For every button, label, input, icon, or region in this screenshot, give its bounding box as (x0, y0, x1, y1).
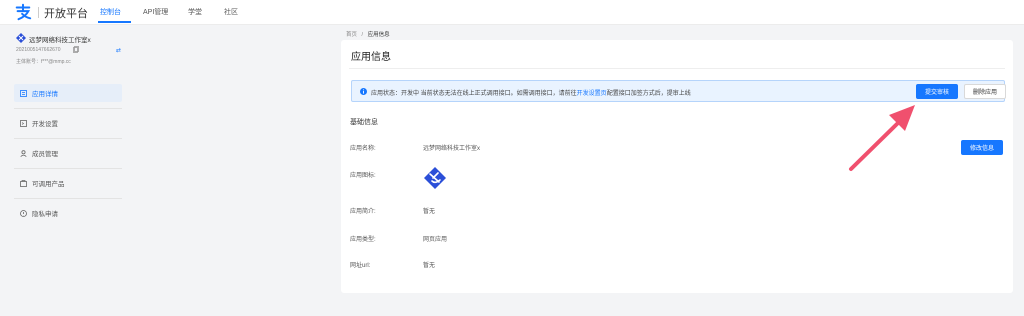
modify-info-button[interactable]: 修改信息 (961, 140, 1003, 155)
notice-text: 应用状态：开发中 当前状态无法在线上正式调用接口。如需调用接口，请前往开发设置页… (371, 88, 691, 97)
menu-divider (14, 198, 122, 199)
app-detail-icon (20, 89, 27, 97)
nav-community[interactable]: 社区 (224, 7, 238, 17)
field-label-app-intro: 应用简介: (350, 209, 376, 215)
breadcrumb-separator: / (361, 32, 364, 38)
dev-settings-link[interactable]: 开发设置页 (577, 91, 607, 97)
field-value-app-name: 远梦网络科技工作室x (423, 146, 481, 152)
brand-title: 开放平台 (44, 8, 88, 20)
switch-app-icon[interactable]: ⇄ (116, 47, 121, 54)
dev-settings-icon (20, 119, 27, 127)
menu-divider (14, 138, 122, 139)
field-value-url: 暂无 (423, 263, 436, 269)
sidebar-item-label: 隐私申请 (32, 211, 58, 218)
sidebar-item-app-detail[interactable]: 应用详情 (14, 84, 122, 102)
nav-api-management[interactable]: API管理 (143, 7, 168, 17)
app-icon-image (424, 167, 446, 189)
notice-prefix: 应用状态：开发中 当前状态无法在线上正式调用接口。如需调用接口，请前往 (371, 91, 577, 97)
field-value-app-type: 网页应用 (423, 237, 448, 243)
members-icon (20, 149, 27, 157)
delete-app-button[interactable]: 删除应用 (964, 84, 1006, 99)
app-id: 2021005147662670 (16, 47, 61, 53)
sidebar-item-members[interactable]: 成员管理 (14, 144, 122, 162)
privacy-icon (20, 209, 27, 217)
sidebar-item-privacy[interactable]: 隐私申请 (14, 204, 122, 222)
sidebar-item-label: 应用详情 (32, 91, 58, 98)
breadcrumb-home[interactable]: 首页 (346, 32, 357, 38)
nav-academy[interactable]: 学堂 (188, 7, 202, 17)
breadcrumb-current: 应用信息 (367, 32, 390, 38)
menu-divider (14, 168, 122, 169)
field-value-app-intro: 暂无 (423, 209, 436, 215)
breadcrumb: 首页 / 应用信息 (346, 30, 390, 38)
app-avatar-icon (16, 33, 26, 43)
field-label-app-name: 应用名称: (350, 146, 376, 152)
field-label-app-type: 应用类型: (350, 237, 376, 243)
info-icon (360, 88, 367, 95)
menu-divider (14, 108, 122, 109)
field-label-url: 网址url: (350, 263, 371, 269)
app-name: 远梦网络科技工作室x (29, 37, 91, 44)
sidebar: 远梦网络科技工作室x 2021005147662670 ⇄ 主体账号：f***@… (0, 25, 130, 316)
section-title-basic-info: 基础信息 (350, 119, 378, 126)
annotation-arrow-icon (849, 105, 915, 171)
top-navigation-bar: 开放平台 控制台 API管理 学堂 社区 (0, 0, 1024, 25)
sidebar-item-products[interactable]: 可调用产品 (14, 174, 122, 192)
alipay-logo-icon[interactable] (14, 3, 32, 21)
sidebar-item-label: 开发设置 (32, 121, 58, 128)
notice-suffix: 配置接口加签方式后，提审上线 (606, 91, 691, 97)
sidebar-item-dev-settings[interactable]: 开发设置 (14, 114, 122, 132)
active-nav-underline (98, 21, 131, 23)
nav-console[interactable]: 控制台 (100, 7, 121, 17)
sidebar-item-label: 可调用产品 (32, 181, 65, 188)
page-title: 应用信息 (351, 52, 391, 63)
products-icon (20, 179, 27, 187)
field-label-app-icon: 应用图标: (350, 173, 376, 179)
sidebar-item-label: 成员管理 (32, 151, 58, 158)
logo-divider (38, 7, 39, 18)
owner-account: 主体账号：f***@mmp.cc (16, 59, 71, 65)
title-divider (349, 68, 1005, 69)
copy-icon[interactable] (73, 46, 79, 53)
